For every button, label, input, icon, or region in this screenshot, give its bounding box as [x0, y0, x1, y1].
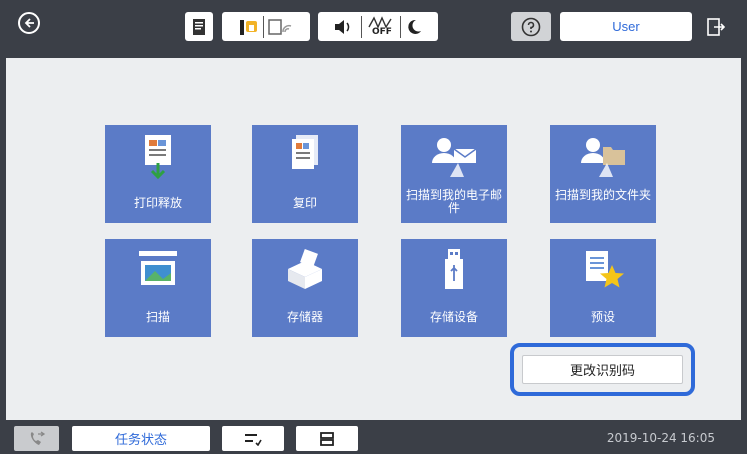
tile-label: 扫描到我的电子邮件 [405, 188, 502, 215]
volume-icon[interactable] [333, 18, 357, 36]
separator [262, 15, 264, 38]
scan-icon [139, 251, 177, 285]
help-button[interactable] [511, 12, 551, 41]
ink-status-icon[interactable] [239, 18, 259, 36]
power-save-off-icon[interactable]: OFF [366, 15, 396, 39]
scan-to-folder-icon [581, 138, 625, 177]
change-code-highlight: 更改识别码 [510, 343, 695, 396]
stack-icon [320, 431, 334, 446]
fax-icon [30, 430, 45, 445]
document-info-icon [193, 18, 205, 35]
tile-label: 存储器 [286, 310, 323, 324]
sleep-icon[interactable] [405, 18, 423, 36]
tile-label: 打印释放 [133, 196, 182, 210]
menu-button[interactable] [296, 426, 358, 451]
document-info-button[interactable] [185, 12, 213, 41]
copy-icon [292, 135, 318, 169]
job-status-button[interactable]: 任务状态 [72, 426, 210, 451]
tile-storage-device[interactable]: 存储设备 [401, 239, 507, 337]
tile-copy[interactable]: 复印 [252, 125, 358, 223]
tile-scan-to-folder[interactable]: 扫描到我的文件夹 [550, 125, 656, 223]
job-status-label: 任务状态 [114, 433, 167, 448]
user-button[interactable]: User [560, 12, 692, 41]
tile-label: 扫描 [145, 310, 170, 324]
scan-to-email-icon [432, 138, 477, 177]
bottom-bar: 任务状态 2019-10-24 16:05 [0, 420, 747, 454]
tile-label: 存储设备 [429, 310, 478, 324]
presets-icon [586, 251, 624, 288]
tile-scan[interactable]: 扫描 [105, 239, 211, 337]
separator [361, 15, 362, 38]
tile-print-release[interactable]: 打印释放 [105, 125, 211, 223]
tile-storage[interactable]: 存储器 [252, 239, 358, 337]
job-list-button[interactable] [222, 426, 284, 451]
fax-button[interactable] [14, 426, 59, 451]
top-bar: OFF User [0, 0, 747, 58]
tile-presets[interactable]: 预设 [550, 239, 656, 337]
job-list-icon [245, 433, 262, 446]
sound-group: OFF [318, 12, 438, 41]
user-label: User [612, 19, 640, 34]
storage-icon [288, 249, 322, 289]
tile-label: 预设 [590, 310, 615, 324]
separator [400, 15, 401, 38]
tile-label: 扫描到我的文件夹 [554, 188, 651, 202]
status-group [222, 12, 310, 41]
print-release-icon [145, 135, 171, 180]
wifi-icon[interactable] [267, 18, 294, 36]
storage-device-icon [445, 249, 463, 289]
datetime: 2019-10-24 16:05 [606, 431, 715, 445]
back-arrow-icon[interactable] [18, 12, 40, 34]
power-save-off-label: OFF [372, 26, 392, 37]
change-code-button[interactable]: 更改识别码 [522, 355, 683, 384]
logout-button[interactable] [702, 12, 730, 41]
home-screen: 打印释放 复印 扫描到我的电子邮件 扫描到我的文件夹 扫描 存储器 存储设备 预… [6, 58, 741, 420]
tile-scan-to-email[interactable]: 扫描到我的电子邮件 [401, 125, 507, 223]
logout-icon [707, 17, 726, 36]
tile-label: 复印 [292, 196, 317, 210]
help-icon [521, 17, 541, 36]
